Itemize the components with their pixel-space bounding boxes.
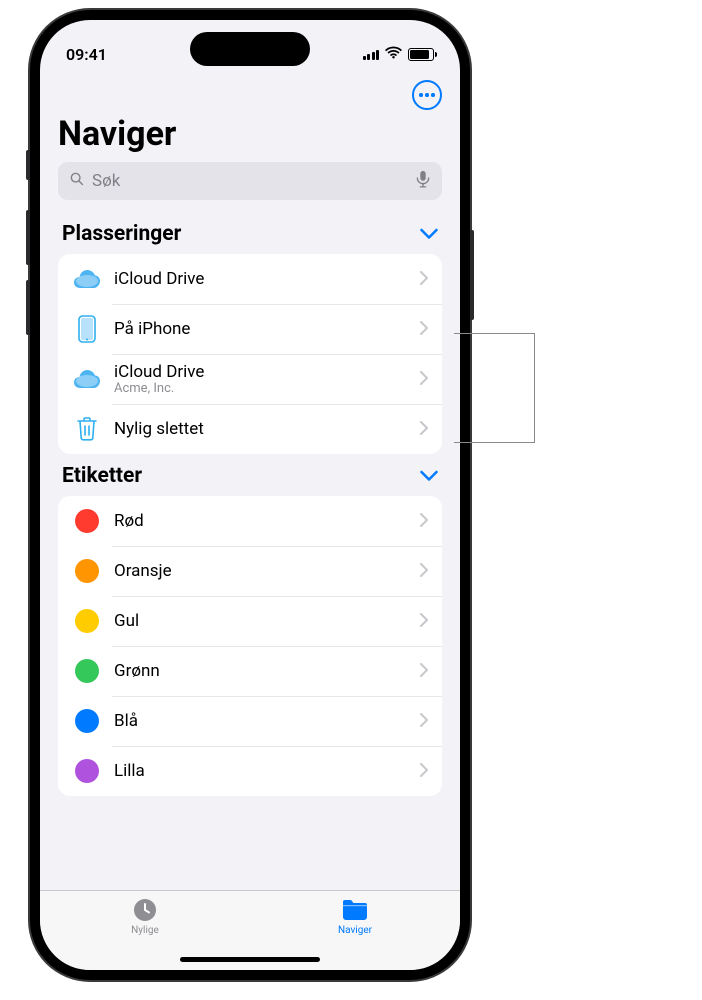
tag-dot-icon [72, 706, 102, 736]
row-label: Lilla [114, 761, 420, 781]
phone-frame: 09:41 Naviger Søk [30, 10, 470, 980]
folder-icon [340, 897, 370, 923]
callout-line [534, 333, 535, 443]
row-sublabel: Acme, Inc. [114, 381, 420, 396]
locations-header[interactable]: Plasseringer [58, 212, 442, 254]
tag-dot-icon [72, 556, 102, 586]
search-placeholder: Søk [92, 171, 408, 191]
mute-switch [26, 150, 30, 180]
toolbar [40, 74, 460, 112]
location-row-iphone[interactable]: På iPhone [58, 304, 442, 354]
tag-row-blue[interactable]: Blå [58, 696, 442, 746]
row-label: Gul [114, 611, 420, 631]
tags-list: Rød Oransje Gul Grønn [58, 496, 442, 796]
tag-dot-icon [72, 506, 102, 536]
callout-line [454, 333, 534, 334]
row-label: Nylig slettet [114, 419, 420, 439]
locations-list: iCloud Drive På iPhone [58, 254, 442, 454]
row-label: Rød [114, 511, 420, 531]
status-time: 09:41 [66, 45, 107, 64]
cellular-icon [363, 48, 380, 60]
tag-row-orange[interactable]: Oransje [58, 546, 442, 596]
row-label: iCloud Drive [114, 269, 420, 289]
tag-row-red[interactable]: Rød [58, 496, 442, 546]
chevron-down-icon [420, 225, 438, 244]
location-row-trash[interactable]: Nylig slettet [58, 404, 442, 454]
tab-label: Naviger [338, 925, 372, 936]
home-indicator[interactable] [180, 957, 320, 962]
chevron-right-icon [420, 370, 428, 389]
tag-dot-icon [72, 756, 102, 786]
volume-up-button [26, 210, 30, 265]
tag-row-purple[interactable]: Lilla [58, 746, 442, 796]
content-scroll[interactable]: Plasseringer iCloud Drive [40, 212, 460, 890]
tag-dot-icon [72, 656, 102, 686]
page-title: Naviger [40, 112, 460, 162]
chevron-right-icon [420, 662, 428, 681]
search-input[interactable]: Søk [58, 162, 442, 200]
side-button [470, 230, 474, 320]
row-label: iCloud Drive [114, 362, 420, 382]
search-icon [68, 170, 86, 192]
chevron-right-icon [420, 562, 428, 581]
screen: 09:41 Naviger Søk [40, 20, 460, 970]
iphone-icon [72, 314, 102, 344]
tag-dot-icon [72, 606, 102, 636]
battery-icon [408, 48, 434, 61]
trash-icon [72, 414, 102, 444]
icloud-icon [72, 264, 102, 294]
locations-title: Plasseringer [62, 222, 181, 246]
tags-title: Etiketter [62, 464, 142, 488]
row-label: Grønn [114, 661, 420, 681]
chevron-right-icon [420, 612, 428, 631]
chevron-right-icon [420, 712, 428, 731]
chevron-down-icon [420, 467, 438, 486]
row-label: Blå [114, 711, 420, 731]
icloud-icon [72, 364, 102, 394]
chevron-right-icon [420, 320, 428, 339]
tab-label: Nylige [131, 925, 159, 936]
tag-row-yellow[interactable]: Gul [58, 596, 442, 646]
chevron-right-icon [420, 512, 428, 531]
chevron-right-icon [420, 270, 428, 289]
tags-header[interactable]: Etiketter [58, 454, 442, 496]
tag-row-green[interactable]: Grønn [58, 646, 442, 696]
location-row-icloud-work[interactable]: iCloud Drive Acme, Inc. [58, 354, 442, 404]
location-row-icloud[interactable]: iCloud Drive [58, 254, 442, 304]
clock-icon [130, 897, 160, 923]
wifi-icon [385, 45, 402, 64]
mic-icon[interactable] [414, 170, 432, 192]
volume-down-button [26, 280, 30, 335]
row-label: Oransje [114, 561, 420, 581]
chevron-right-icon [420, 420, 428, 439]
callout-line [454, 442, 534, 443]
chevron-right-icon [420, 762, 428, 781]
more-button[interactable] [412, 80, 442, 110]
dynamic-island [190, 32, 310, 66]
row-label: På iPhone [114, 319, 420, 339]
